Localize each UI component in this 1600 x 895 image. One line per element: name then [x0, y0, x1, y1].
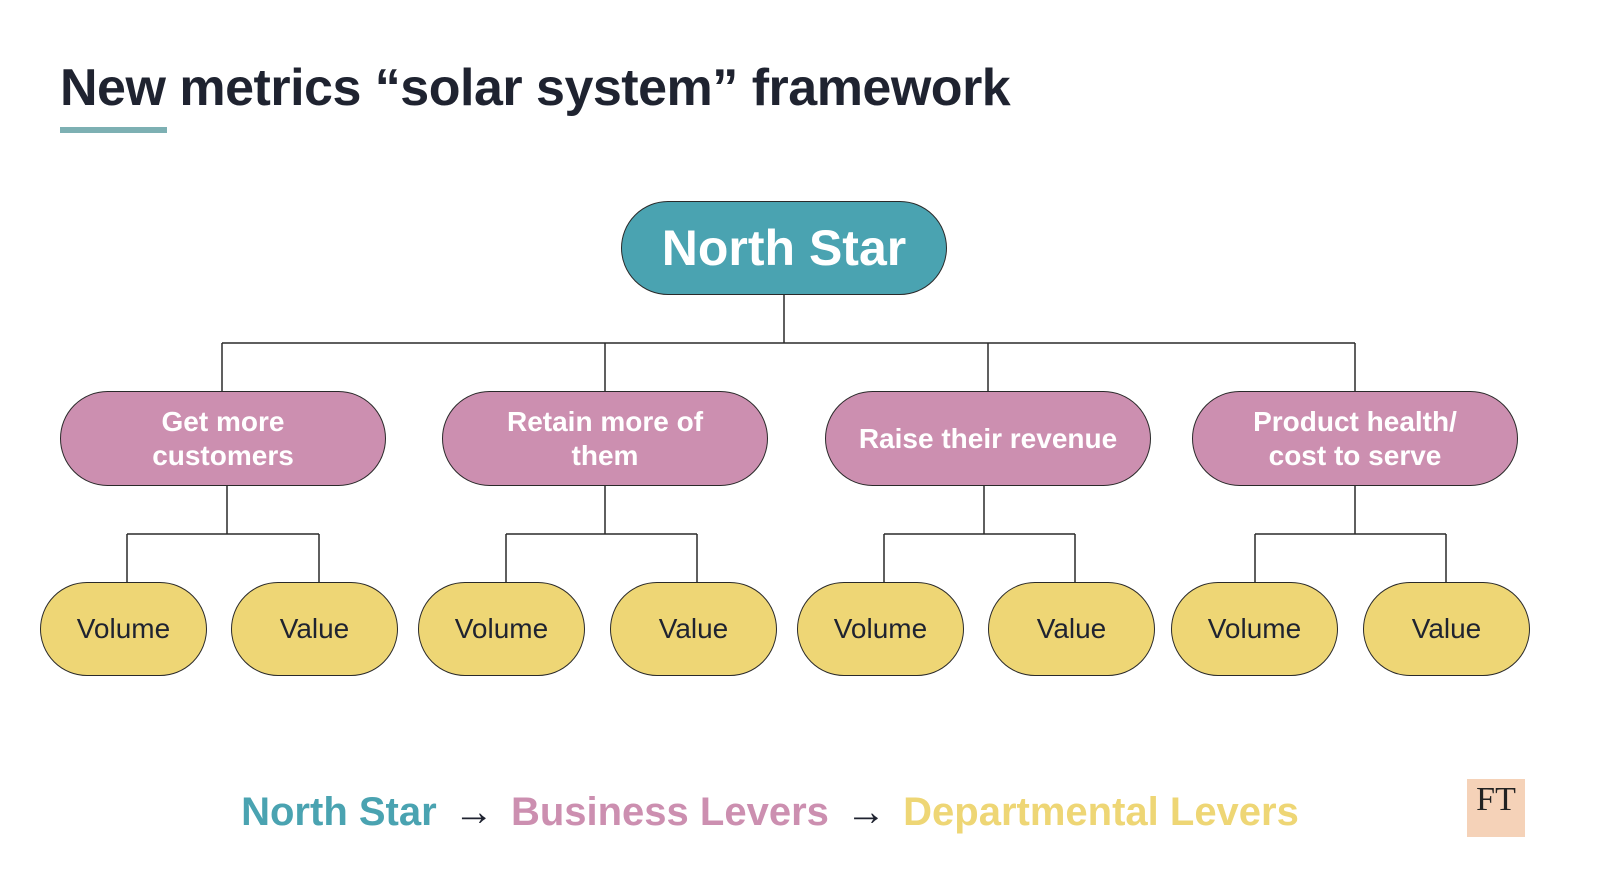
legend-departmental-levers: Departmental Levers [903, 790, 1299, 834]
ft-logo: FT [1467, 779, 1525, 837]
connector-lever-4-children [1254, 486, 1447, 582]
connector-lever-3-children [883, 486, 1076, 582]
connector-lever-1-children [126, 486, 320, 582]
business-lever-node: Raise their revenue [825, 391, 1151, 486]
north-star-node: North Star [621, 201, 947, 295]
legend-business-levers: Business Levers [510, 790, 829, 834]
business-lever-node: Product health/ cost to serve [1192, 391, 1518, 486]
arrow-icon: → [846, 790, 887, 834]
departmental-lever-node: Value [1363, 582, 1530, 676]
legend-north-star: North Star [241, 790, 437, 834]
connector-lever-2-children [505, 486, 698, 582]
connector-root [222, 295, 1355, 344]
departmental-lever-node: Volume [797, 582, 964, 676]
departmental-lever-node: Volume [1171, 582, 1338, 676]
business-lever-node: Get more customers [60, 391, 386, 486]
departmental-lever-node: Value [610, 582, 777, 676]
departmental-lever-node: Volume [418, 582, 585, 676]
business-lever-node: Retain more of them [442, 391, 768, 486]
hierarchy-legend: North Star → Business Levers → Departmen… [0, 790, 1540, 835]
arrow-icon: → [453, 790, 494, 834]
departmental-lever-node: Volume [40, 582, 207, 676]
departmental-lever-node: Value [231, 582, 398, 676]
departmental-lever-node: Value [988, 582, 1155, 676]
